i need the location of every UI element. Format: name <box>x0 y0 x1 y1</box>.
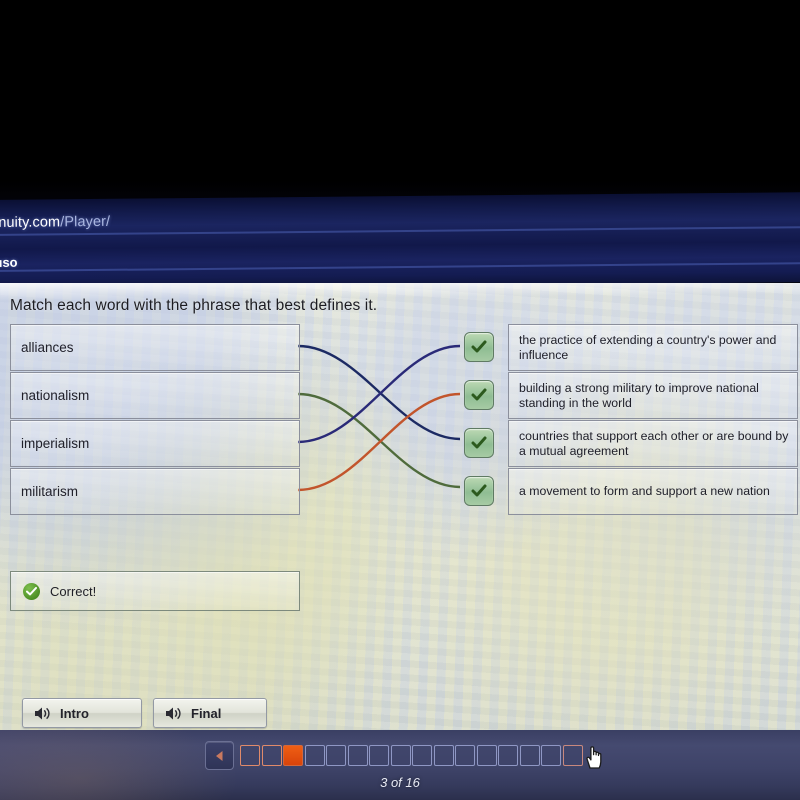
match-check-badge-3[interactable] <box>464 428 494 458</box>
audio-button-final[interactable]: Final <box>153 698 267 728</box>
definition-text: countries that support each other or are… <box>519 428 789 458</box>
word-label: nationalism <box>21 388 90 403</box>
definition-text: building a strong military to improve na… <box>519 380 759 410</box>
question-pip-2[interactable] <box>261 745 282 766</box>
question-counter: 3 of 16 <box>380 775 420 790</box>
question-pip-8[interactable] <box>390 745 411 766</box>
check-icon <box>471 436 487 449</box>
definition-text: a movement to form and support a new nat… <box>519 484 770 498</box>
url-path: /Player/ <box>60 213 111 231</box>
definition-box-4[interactable]: a movement to form and support a new nat… <box>508 468 798 515</box>
check-icon <box>471 484 487 497</box>
previous-question-button[interactable] <box>205 741 234 770</box>
speaker-icon <box>35 707 50 719</box>
word-label: imperialism <box>21 436 90 451</box>
word-label: militarism <box>21 484 78 499</box>
question-pip-11[interactable] <box>455 745 475 766</box>
definition-box-2[interactable]: building a strong military to improve na… <box>508 372 798 419</box>
question-pip-5[interactable] <box>326 745 346 766</box>
speaker-icon <box>166 707 181 719</box>
word-box-imperialism[interactable]: imperialism <box>10 420 300 467</box>
check-circle-icon <box>23 582 40 600</box>
pointer-hand-cursor <box>583 744 605 775</box>
question-pip-7[interactable] <box>369 745 389 766</box>
question-pip-9[interactable] <box>412 745 432 766</box>
question-pip-13[interactable] <box>498 745 518 766</box>
question-pip-1[interactable] <box>240 745 260 766</box>
word-box-alliances[interactable]: alliances <box>10 324 300 371</box>
url-text: enuity.com/Player/ <box>0 214 110 231</box>
question-pip-3[interactable] <box>283 745 303 766</box>
audio-button-label: Intro <box>60 705 89 721</box>
check-glyph-icon <box>26 586 37 595</box>
check-icon <box>471 340 487 353</box>
word-label: alliances <box>21 340 74 355</box>
question-pip-16[interactable] <box>562 745 583 766</box>
feedback-banner: Correct! <box>10 571 300 611</box>
word-box-nationalism[interactable]: nationalism <box>10 372 300 419</box>
audio-button-label: Final <box>191 705 222 721</box>
photographed-screen: enuity.com/Player/ fuso Match each word … <box>0 0 800 800</box>
match-check-badge-4[interactable] <box>464 476 494 506</box>
url-domain: enuity.com <box>0 214 61 231</box>
check-icon <box>471 388 487 401</box>
match-check-badge-1[interactable] <box>464 332 494 362</box>
question-pip-14[interactable] <box>519 745 540 766</box>
monitor-bezel-top <box>0 0 800 205</box>
triangle-left-icon <box>216 750 223 761</box>
word-box-militarism[interactable]: militarism <box>10 468 300 515</box>
browser-tab-label: fuso <box>0 254 18 270</box>
feedback-text: Correct! <box>50 583 97 599</box>
definition-text: the practice of extending a country's po… <box>519 332 777 362</box>
question-pip-10[interactable] <box>433 745 454 766</box>
question-pip-15[interactable] <box>541 745 561 766</box>
question-pip-12[interactable] <box>476 745 497 766</box>
question-pip-4[interactable] <box>304 745 325 766</box>
lesson-page: Match each word with the phrase that bes… <box>0 283 800 730</box>
definition-box-1[interactable]: the practice of extending a country's po… <box>508 324 798 371</box>
audio-button-intro[interactable]: Intro <box>22 698 142 728</box>
definition-box-3[interactable]: countries that support each other or are… <box>508 420 798 467</box>
match-check-badge-2[interactable] <box>464 380 494 410</box>
page-title: Match each word with the phrase that bes… <box>10 297 378 314</box>
question-pip-6[interactable] <box>347 745 368 766</box>
